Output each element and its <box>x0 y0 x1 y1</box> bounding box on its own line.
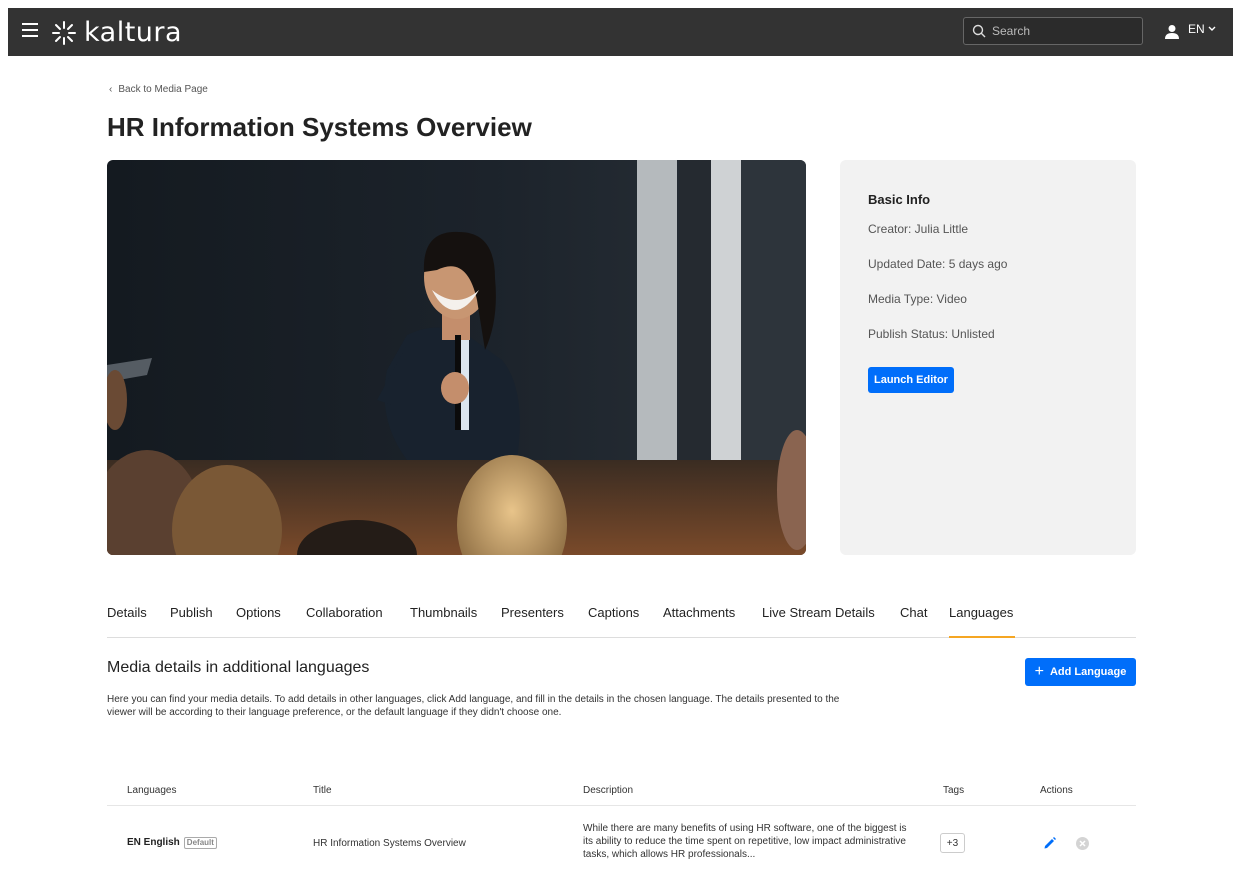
tab-collaboration[interactable]: Collaboration <box>306 605 383 638</box>
logo-text: kaltura <box>84 17 183 48</box>
kaltura-logo-icon <box>52 20 76 45</box>
tab-chat[interactable]: Chat <box>900 605 927 638</box>
chevron-down-icon <box>1208 26 1216 31</box>
column-header-actions: Actions <box>1040 785 1073 796</box>
creator-field: Creator: Julia Little <box>868 222 969 236</box>
tab-live-stream-details[interactable]: Live Stream Details <box>762 605 875 638</box>
language-label: EN <box>1188 22 1205 36</box>
tab-languages[interactable]: Languages <box>949 605 1015 638</box>
tab-captions[interactable]: Captions <box>588 605 639 638</box>
basic-info-panel: Basic Info Creator: Julia Little Updated… <box>840 160 1136 555</box>
presenter-image <box>107 160 806 555</box>
hamburger-menu-icon[interactable] <box>22 23 38 37</box>
default-badge: Default <box>183 837 217 849</box>
user-icon[interactable] <box>1165 24 1179 40</box>
tab-details[interactable]: Details <box>107 605 147 638</box>
column-header-languages[interactable]: Languages <box>127 785 177 796</box>
language-name: EN English <box>127 837 180 848</box>
column-header-tags[interactable]: Tags <box>943 785 964 796</box>
add-language-button[interactable]: + Add Language <box>1025 658 1136 686</box>
tags-count-button[interactable]: +3 <box>940 833 965 853</box>
media-type-field: Media Type: Video <box>868 292 967 306</box>
tab-options[interactable]: Options <box>236 605 281 638</box>
publish-status-field: Publish Status: Unlisted <box>868 327 995 341</box>
page-title: HR Information Systems Overview <box>107 112 532 142</box>
language-cell: EN English Default <box>127 837 217 849</box>
back-link-label: Back to Media Page <box>118 84 208 95</box>
remove-icon[interactable] <box>1076 837 1089 850</box>
tab-bar: Details Publish Options Collaboration Th… <box>107 605 1136 638</box>
title-cell: HR Information Systems Overview <box>313 838 466 849</box>
tab-presenters[interactable]: Presenters <box>501 605 564 638</box>
search-icon <box>972 24 986 38</box>
launch-editor-button[interactable]: Launch Editor <box>868 367 954 393</box>
section-description: Here you can find your media details. To… <box>107 694 840 718</box>
chevron-left-icon: ‹ <box>109 84 113 95</box>
add-language-label: Add Language <box>1049 666 1127 678</box>
edit-pencil-icon[interactable] <box>1043 836 1057 850</box>
language-selector[interactable]: EN <box>1188 22 1216 36</box>
plus-icon: + <box>1034 663 1044 680</box>
search-input[interactable] <box>992 24 1132 38</box>
description-cell: While there are many benefits of using H… <box>583 823 907 860</box>
column-header-description[interactable]: Description <box>583 785 633 796</box>
tab-thumbnails[interactable]: Thumbnails <box>410 605 477 638</box>
tab-attachments[interactable]: Attachments <box>663 605 735 638</box>
top-navigation-bar: kaltura EN <box>8 8 1233 56</box>
kaltura-logo[interactable]: kaltura <box>50 17 182 48</box>
basic-info-heading: Basic Info <box>868 192 931 207</box>
search-box[interactable] <box>963 17 1143 45</box>
back-to-media-link[interactable]: ‹ Back to Media Page <box>109 84 208 95</box>
section-title: Media details in additional languages <box>107 659 370 676</box>
header-divider <box>107 805 1136 806</box>
media-thumbnail[interactable] <box>107 160 806 555</box>
column-header-title[interactable]: Title <box>313 785 332 796</box>
updated-date-field: Updated Date: 5 days ago <box>868 257 1008 271</box>
tab-publish[interactable]: Publish <box>170 605 213 638</box>
